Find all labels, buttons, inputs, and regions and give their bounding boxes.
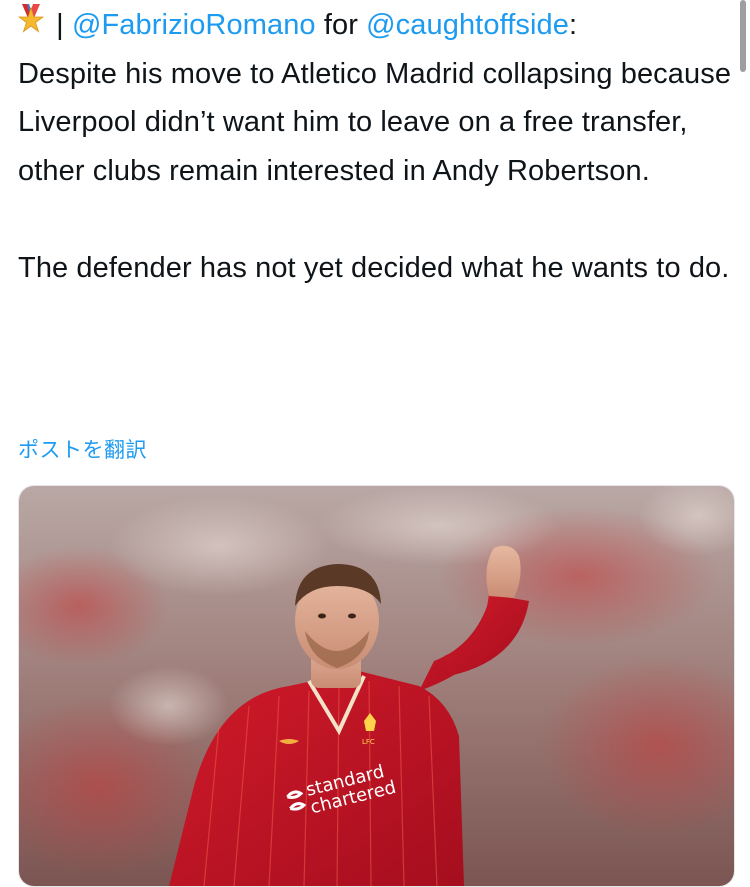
connector-text: for [315,9,367,41]
tweet-paragraph-2: The defender has not yet decided what he… [18,251,730,284]
tweet-body-line: Despite his move to Atletico Madrid coll… [18,57,732,187]
colon-text: : [568,9,578,41]
scrollbar[interactable] [740,0,746,72]
mention-caughtoffside[interactable]: @caughtoffside [366,9,569,41]
tweet-media-image[interactable]: LFC standard chartered [18,485,735,887]
translate-post-link[interactable]: ポストを翻訳 [18,434,147,464]
tweet: | @FabrizioRomano for @caughtoffside: Des… [17,0,736,292]
mention-fabrizioromano[interactable]: @FabrizioRomano [72,9,316,41]
player-photo: LFC standard chartered [19,486,734,886]
crest-text: LFC [362,738,375,746]
medal-icon [17,4,45,40]
separator: | [48,9,72,41]
tweet-paragraph-1: | @FabrizioRomano for @caughtoffside: Des… [17,1,736,195]
tweet-text: | @FabrizioRomano for @caughtoffside: Des… [17,0,736,292]
